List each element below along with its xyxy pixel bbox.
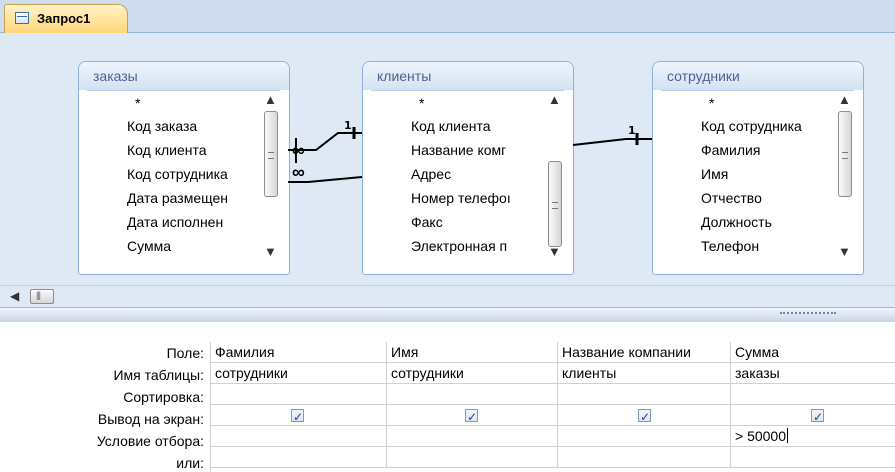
relationship-one-label: 1 [344,119,352,132]
field-cell[interactable]: Сумма [731,342,895,363]
or-cell[interactable] [731,447,895,468]
field-cell[interactable]: Фамилия [211,342,387,363]
criteria-cell[interactable] [558,426,731,447]
table-cell[interactable]: сотрудники [211,363,387,384]
row-label-sort: Сортировка: [123,389,204,405]
sort-cell[interactable] [558,384,731,405]
pane-splitter[interactable] [0,307,895,323]
row-label-criteria: Условие отбора: [96,433,204,449]
show-cell [211,405,387,426]
query-design-grid: Поле: Имя таблицы: Сортировка: Вывод на … [0,322,895,472]
sort-cell[interactable] [387,384,558,405]
relationship-line-employees-clients [572,138,652,146]
show-checkbox[interactable] [811,407,824,425]
criteria-text: > 50000 [735,428,786,444]
show-checkbox[interactable] [465,407,478,425]
or-cell[interactable] [211,447,387,468]
sort-cell[interactable] [731,384,895,405]
document-tab-bar: Запрос1 [0,0,895,33]
text-cursor [787,428,788,443]
tab-query1[interactable]: Запрос1 [4,4,128,33]
relationship-many-icon: ∞ [292,140,305,160]
show-cell [731,405,895,426]
field-cell[interactable]: Название компании [558,342,731,363]
criteria-cell[interactable] [211,426,387,447]
splitter-grip[interactable] [780,312,836,317]
show-cell [558,405,731,426]
table-cell[interactable]: клиенты [558,363,731,384]
relationship-one-label: 1 [628,124,636,137]
table-cell[interactable]: сотрудники [387,363,558,384]
criteria-cell[interactable]: > 50000 [731,426,895,447]
relationship-lines [288,127,652,183]
show-cell [387,405,558,426]
show-checkbox[interactable] [638,407,651,425]
sort-cell[interactable] [211,384,387,405]
row-label-table: Имя таблицы: [113,367,204,383]
or-cell[interactable] [558,447,731,468]
field-cell[interactable]: Имя [387,342,558,363]
or-cell[interactable] [387,447,558,468]
scroll-left-icon[interactable]: ◀ [10,289,19,303]
table-pane: заказы * ⚷Код заказа Код клиента Код сот… [0,33,895,285]
row-label-show: Вывод на экран: [97,411,204,427]
criteria-cell[interactable] [387,426,558,447]
scroll-thumb[interactable] [30,289,54,304]
table-cell[interactable]: заказы [731,363,895,384]
horizontal-scrollbar[interactable]: ◀ [0,285,895,308]
show-checkbox[interactable] [291,407,304,425]
tab-label: Запрос1 [37,11,91,26]
query-design-icon [15,12,29,24]
row-label-field: Поле: [166,345,204,361]
relationship-many-icon: ∞ [292,162,305,182]
row-label-or: или: [176,455,204,471]
